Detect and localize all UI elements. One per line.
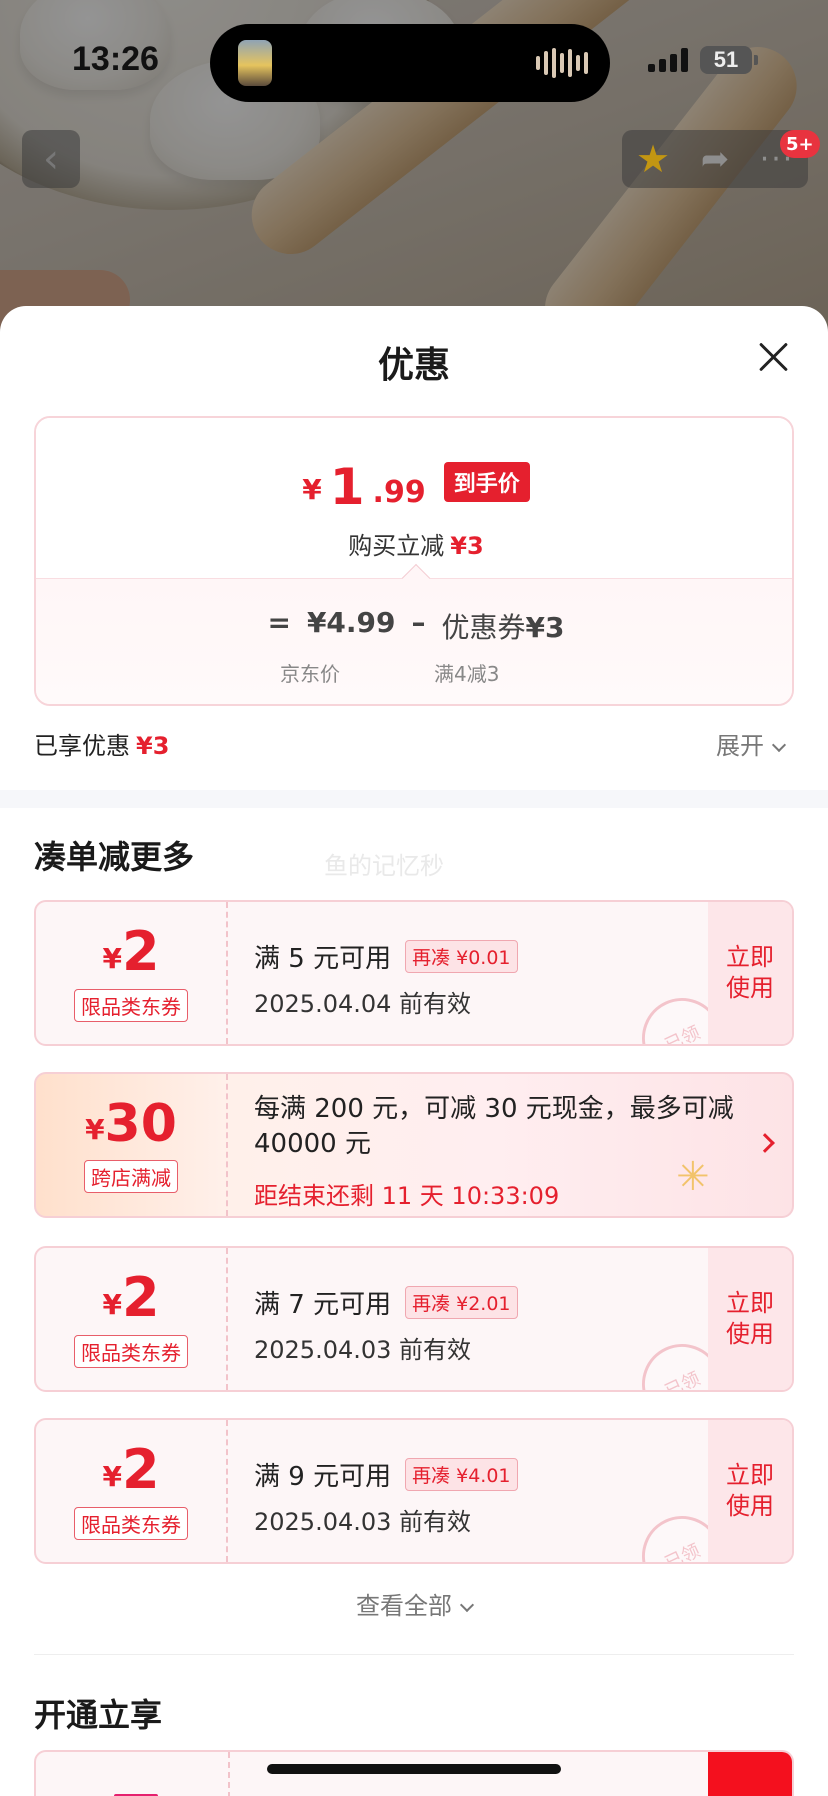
minus-sign: – [411,606,426,639]
coupon-label: 优惠券 [441,611,526,644]
coupon-value: ¥3 [525,611,565,644]
coupon-validity: 2025.04.04 前有效 [254,990,472,1018]
enjoyed-label: 已享优惠 [34,732,130,760]
coupon-amount: ¥2 [102,1265,160,1329]
expand-label: 展开 [716,732,764,760]
price-breakdown-card: ¥ 1 .99 到手价 购买立减 ¥3 = ¥4.99 – 优惠券¥3 京东价 满… [34,416,794,706]
cross-store-promo-card[interactable]: ¥30 跨店满减 每满 200 元，可减 30 元现金，最多可减 40000 元… [34,1072,794,1218]
promo-countdown: 距结束还剩 11 天 10:33:09 [254,1182,560,1210]
watermark-text: 鱼的记忆秒 [324,852,444,880]
expand-button[interactable]: 展开 [716,726,787,761]
coupon-card[interactable]: ¥2 限品类东券 满 7 元可用 再凑 ¥2.01 2025.04.03 前有效… [34,1246,794,1392]
media-thumbnail [238,40,272,86]
coupon-type-tag: 限品类东券 [74,1506,188,1540]
coupon-condition: 满 7 元可用 再凑 ¥2.01 [254,1284,518,1321]
reduction-value: ¥3 [450,532,484,560]
coupon-amount: ¥2 [102,919,160,983]
coupon-card[interactable]: ¥2 限品类东券 满 9 元可用 再凑 ¥4.01 2025.04.03 前有效… [34,1418,794,1564]
divider-line [34,1654,794,1655]
coupon-rule: 满4减3 [434,662,500,686]
discount-sheet: 优惠 ¥ 1 .99 到手价 购买立减 ¥3 = ¥4.99 – 优惠券¥3 京东… [0,306,828,1796]
chevron-down-icon [459,1597,475,1613]
add-more-badge: 再凑 ¥0.01 [405,940,518,973]
add-more-badge: 再凑 ¥4.01 [405,1458,518,1491]
coupon-card[interactable]: ¥2 限品类东券 满 5 元可用 再凑 ¥0.01 2025.04.04 前有效… [34,900,794,1046]
member-action-button[interactable] [708,1752,792,1796]
use-now-button[interactable]: 立即 使用 [708,1420,792,1562]
reduction-label: 购买立减 [348,532,445,560]
section-title-member: 开通立享 [34,1696,163,1734]
enjoyed-discount: 已享优惠 ¥3 [34,726,169,761]
close-icon[interactable] [752,336,796,380]
back-button[interactable]: ‹ [22,130,80,188]
message-count-badge: 5+ [780,130,820,158]
status-time: 13:26 [72,40,159,78]
jd-price-label: 京东价 [280,662,340,686]
status-bar: 13:26 51 [0,0,828,120]
use-now-button[interactable]: 立即 使用 [708,1248,792,1390]
battery-icon: 51 [700,46,758,74]
currency-symbol: ¥ [302,473,322,506]
chevron-left-icon: ‹ [43,136,59,182]
cellular-signal-icon [648,48,688,72]
sheet-title: 优惠 [377,345,450,386]
promo-type-tag: 跨店满减 [84,1159,178,1193]
share-icon[interactable]: ➦ [690,134,740,184]
promo-description: 每满 200 元，可减 30 元现金，最多可减 40000 元 [254,1094,734,1160]
price-decimal: .99 [372,475,426,510]
chevron-down-icon [771,737,787,753]
enjoyed-value: ¥3 [136,732,170,760]
coupon-amount: ¥2 [102,1437,160,1501]
home-indicator[interactable] [267,1764,561,1774]
section-title-more: 凑单减更多 [34,838,195,876]
final-price-tag: 到手价 [443,462,530,502]
jd-price-value: ¥4.99 [306,606,396,639]
promo-amount: ¥30 [85,1093,177,1154]
dynamic-island[interactable] [210,24,610,102]
audio-wave-icon [536,48,588,78]
add-more-badge: 再凑 ¥2.01 [405,1286,518,1319]
coupon-type-tag: 限品类东券 [74,1334,188,1368]
battery-level: 51 [713,47,739,72]
use-now-button[interactable]: 立即 使用 [708,902,792,1044]
price-formula: = ¥4.99 – 优惠券¥3 [36,606,792,646]
chevron-right-icon[interactable] [755,1133,775,1153]
coupon-validity: 2025.04.03 前有效 [254,1508,472,1536]
coupon-deduction: 优惠券¥3 [442,606,565,646]
coupon-validity: 2025.04.03 前有效 [254,1336,472,1364]
sparkle-icon: ✳ [676,1154,710,1200]
final-price: ¥ 1 .99 到手价 [36,458,792,516]
equals-sign: = [267,606,291,639]
coupon-type-tag: 限品类东券 [74,988,188,1022]
section-divider [0,790,828,808]
price-integer: 1 [329,458,365,516]
see-all-button[interactable]: 查看全部 [0,1586,828,1621]
instant-reduction: 购买立减 ¥3 [36,526,792,561]
coupon-condition: 满 5 元可用 再凑 ¥0.01 [254,938,518,975]
favorite-star-icon[interactable]: ★ [628,134,678,184]
see-all-label: 查看全部 [356,1592,452,1620]
coupon-condition: 满 9 元可用 再凑 ¥4.01 [254,1456,518,1493]
